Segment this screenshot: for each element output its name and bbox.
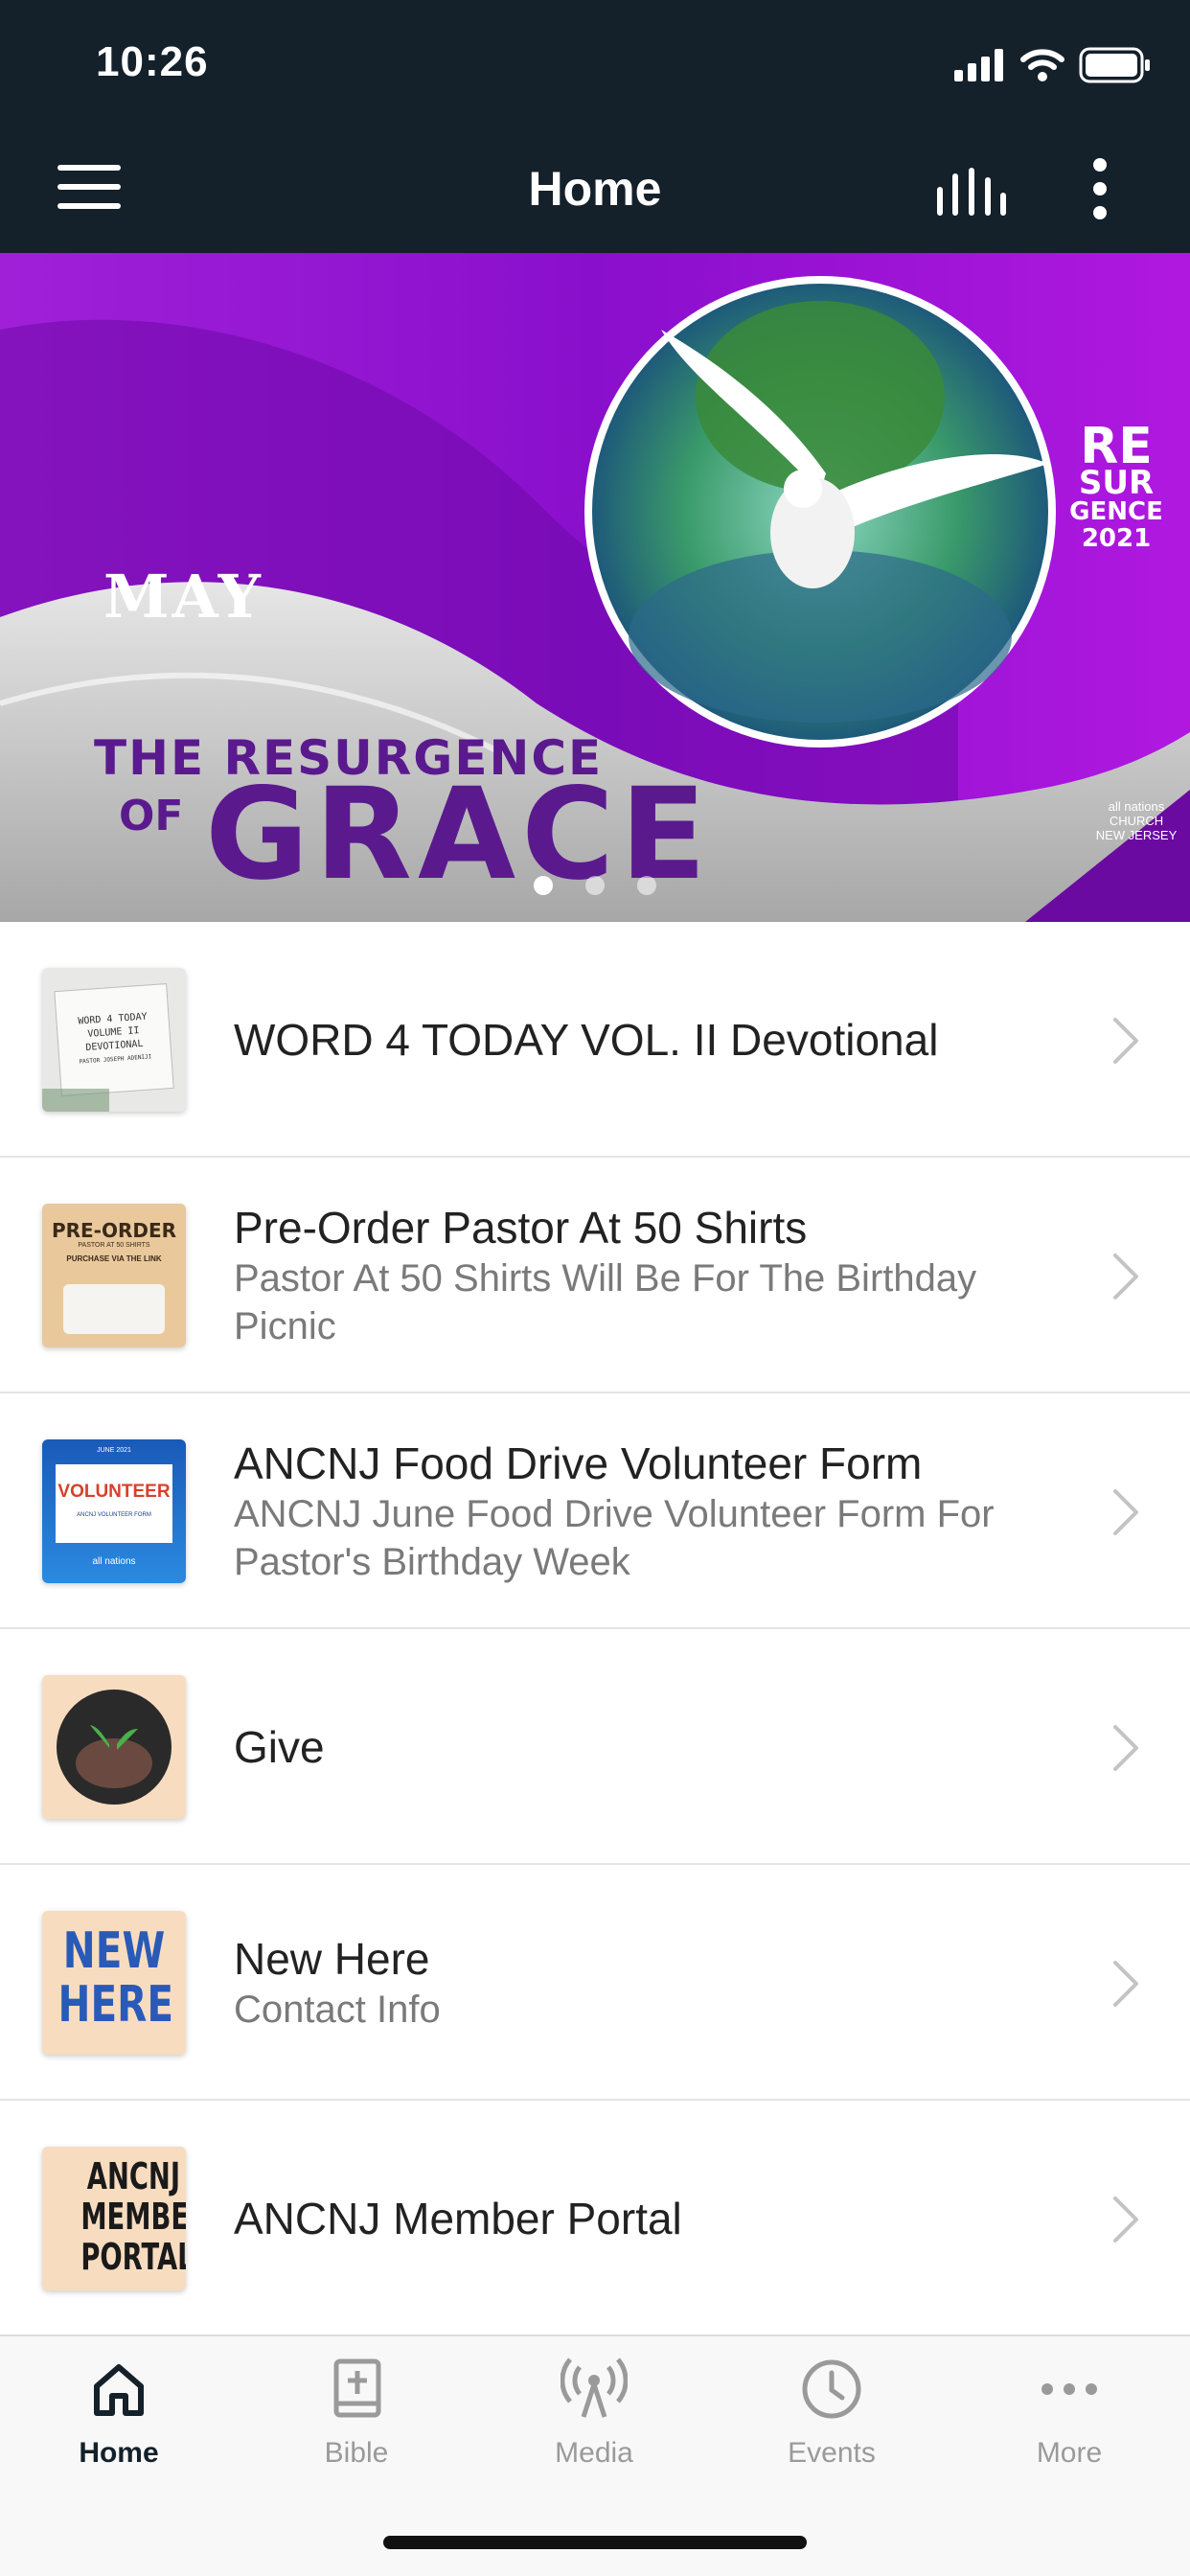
bible-icon	[333, 2358, 381, 2418]
chevron-right-icon	[1113, 1961, 1138, 2007]
tab-label: Bible	[324, 2437, 389, 2469]
tab-bible[interactable]: Bible	[261, 2356, 452, 2470]
status-icons	[954, 46, 1152, 84]
item-thumbnail: NEW HERE	[42, 1911, 186, 2055]
carousel-dot[interactable]	[637, 876, 656, 895]
tab-home[interactable]: Home	[23, 2356, 215, 2470]
top-bar: 10:26 Home	[0, 0, 1190, 253]
item-subtitle: Pastor At 50 Shirts Will Be For The Birt…	[234, 1257, 977, 1347]
item-subtitle: Contact Info	[234, 1989, 441, 2031]
list-item[interactable]: NEW HERE New Here Contact Info	[0, 1865, 1190, 2101]
chevron-right-icon	[1113, 1489, 1138, 1535]
ellipsis-icon	[1041, 2383, 1097, 2395]
chevron-right-icon	[1113, 1725, 1138, 1771]
seedling-hands-icon	[57, 1690, 172, 1805]
thumb-text: MEMBER	[80, 2196, 186, 2238]
item-text: ANCNJ Member Portal	[234, 2101, 1065, 2336]
home-icon	[94, 2364, 144, 2416]
thumb-text: PASTOR AT 50 SHIRTS	[78, 1242, 150, 1249]
tab-label: More	[1036, 2437, 1103, 2469]
tab-label: Media	[555, 2437, 633, 2469]
tab-label: Home	[79, 2437, 159, 2469]
thumb-text: ANCNJ	[86, 2155, 180, 2197]
wifi-icon	[1020, 49, 1064, 81]
thumb-plant	[42, 1089, 109, 1112]
thumb-text: JUNE 2021	[97, 1447, 131, 1454]
thumb-text: PRE-ORDER	[51, 1219, 177, 1242]
item-thumbnail	[42, 1675, 186, 1819]
logo-year: 2021	[1081, 524, 1152, 553]
church-logo: all nations CHURCH NEW JERSEY	[1090, 799, 1182, 842]
thumb-text: PORTAL	[80, 2236, 186, 2278]
item-thumbnail: WORD 4 TODAY VOLUME II DEVOTIONAL PASTOR…	[42, 968, 186, 1112]
battery-icon	[1079, 47, 1150, 83]
thumb-text: all nations	[92, 1556, 136, 1567]
logo-line: SUR	[1078, 464, 1155, 502]
list-item[interactable]: WORD 4 TODAY VOLUME II DEVOTIONAL PASTOR…	[0, 922, 1190, 1158]
item-thumbnail: JUNE 2021 VOLUNTEER ANCNJ VOLUNTEER FORM…	[42, 1439, 186, 1583]
banner-month: MAY	[103, 562, 263, 632]
church-sub: NEW JERSEY	[1095, 828, 1178, 842]
carousel-dot[interactable]	[585, 876, 605, 895]
item-text: Pre-Order Pastor At 50 Shirts Pastor At …	[234, 1158, 1065, 1393]
thumb-shirts	[63, 1284, 165, 1334]
item-subtitle: ANCNJ June Food Drive Volunteer Form For…	[234, 1493, 995, 1583]
chevron-right-icon	[1113, 1018, 1138, 1064]
tab-label: Events	[788, 2437, 876, 2469]
more-options-icon[interactable]	[1088, 157, 1111, 220]
clock-icon	[802, 2359, 861, 2419]
item-text: Give	[234, 1629, 1065, 1865]
hero-banner-carousel[interactable]: MAY THE RESURGENCE OF GRACE RE SUR GENCE…	[0, 253, 1190, 922]
page-title: Home	[528, 162, 662, 216]
logo-line: RE	[1080, 418, 1153, 475]
list-item[interactable]: PRE-ORDER PASTOR AT 50 SHIRTS PURCHASE V…	[0, 1158, 1190, 1393]
item-title: ANCNJ Member Portal	[234, 2194, 682, 2243]
carousel-indicator[interactable]	[0, 876, 1190, 895]
tab-events[interactable]: Events	[736, 2356, 927, 2470]
resurgence-logo: RE SUR GENCE 2021	[1054, 418, 1179, 553]
church-name: all nations	[1108, 799, 1165, 814]
list-item[interactable]: ANCNJ MEMBER PORTAL ANCNJ Member Portal	[0, 2101, 1190, 2336]
status-time: 10:26	[96, 38, 209, 85]
banner-title-of: OF	[119, 792, 184, 840]
item-text: WORD 4 TODAY VOL. II Devotional	[234, 922, 1065, 1158]
thumb-text: ANCNJ VOLUNTEER FORM	[77, 1512, 151, 1518]
thumb-text: VOLUNTEER	[57, 1482, 171, 1502]
item-title: Give	[234, 1722, 325, 1772]
item-thumbnail: ANCNJ MEMBER PORTAL	[42, 2147, 186, 2290]
broadcast-icon	[560, 2358, 629, 2418]
item-title: WORD 4 TODAY VOL. II Devotional	[234, 1015, 939, 1065]
tab-media[interactable]: Media	[498, 2356, 690, 2470]
thumb-text: HERE	[57, 1976, 174, 2034]
carousel-dot[interactable]	[534, 876, 553, 895]
thumb-text: PURCHASE VIA THE LINK	[66, 1254, 162, 1263]
chevron-right-icon	[1113, 2196, 1138, 2242]
item-title: Pre-Order Pastor At 50 Shirts	[234, 1203, 808, 1253]
logo-line: GENCE	[1069, 497, 1163, 526]
tab-more[interactable]: More	[973, 2356, 1165, 2470]
audio-bars-icon[interactable]	[937, 168, 1006, 216]
thumb-panel	[56, 1464, 172, 1543]
chevron-right-icon	[1113, 1254, 1138, 1300]
item-title: New Here	[234, 1934, 430, 1984]
content-list: WORD 4 TODAY VOLUME II DEVOTIONAL PASTOR…	[0, 922, 1190, 2336]
list-item[interactable]: Give	[0, 1629, 1190, 1865]
church-sub: CHURCH	[1109, 814, 1164, 828]
cellular-signal-icon	[954, 49, 1003, 81]
item-title: ANCNJ Food Drive Volunteer Form	[234, 1438, 923, 1488]
list-item[interactable]: JUNE 2021 VOLUNTEER ANCNJ VOLUNTEER FORM…	[0, 1393, 1190, 1629]
item-text: New Here Contact Info	[234, 1865, 1065, 2101]
thumb-card: WORD 4 TODAY VOLUME II DEVOTIONAL PASTOR…	[54, 983, 174, 1096]
thumb-text: NEW	[62, 1922, 166, 1980]
item-thumbnail: PRE-ORDER PASTOR AT 50 SHIRTS PURCHASE V…	[42, 1204, 186, 1347]
home-indicator[interactable]	[383, 2536, 807, 2549]
item-text: ANCNJ Food Drive Volunteer Form ANCNJ Ju…	[234, 1393, 1065, 1629]
